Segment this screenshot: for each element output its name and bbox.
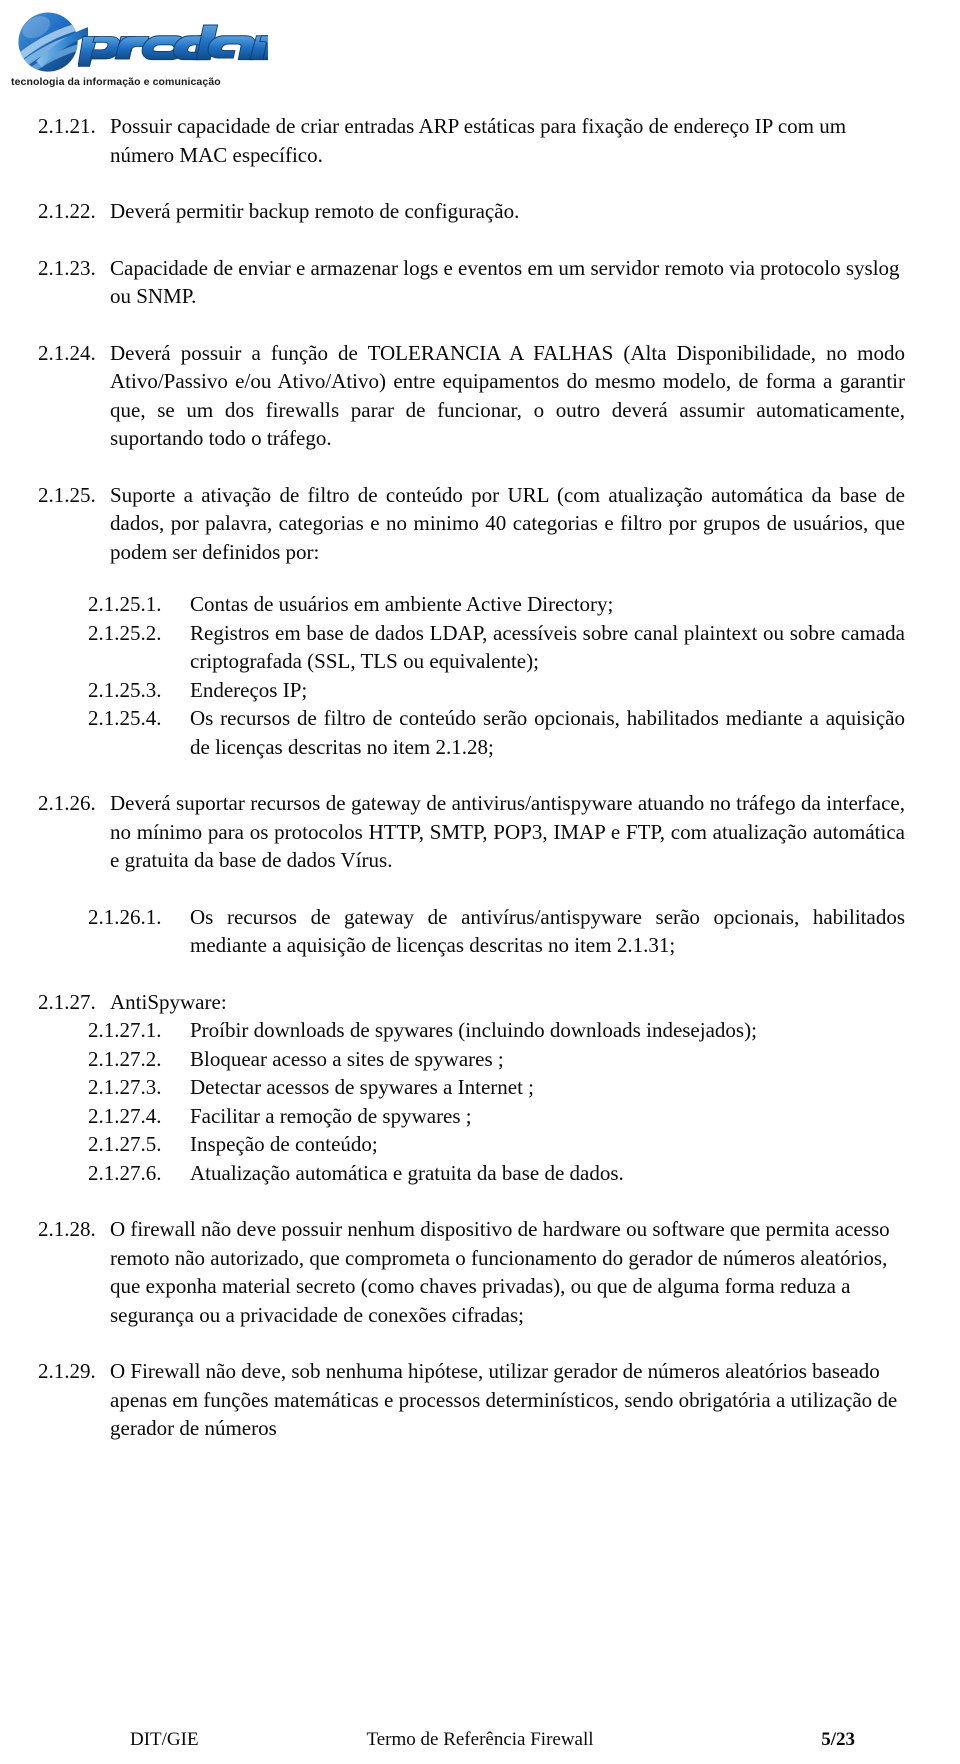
clause-2-1-27-5: 2.1.27.5. Inspeção de conteúdo; — [0, 1130, 960, 1159]
clause-number: 2.1.25.4. — [88, 706, 162, 730]
clause-text: Capacidade de enviar e armazenar logs e … — [110, 255, 900, 309]
clause-2-1-27-4: 2.1.27.4. Facilitar a remoção de spyware… — [0, 1102, 960, 1131]
clause-2-1-25-1: 2.1.25.1. Contas de usuários em ambiente… — [0, 590, 960, 619]
clause-number: 2.1.22. — [38, 199, 96, 223]
clause-2-1-25-4: 2.1.25.4. Os recursos de filtro de conte… — [0, 704, 960, 761]
clause-number: 2.1.21. — [38, 114, 96, 138]
clause-2-1-23: 2.1.23. Capacidade de enviar e armazenar… — [0, 254, 960, 311]
clause-2-1-27: 2.1.27. AntiSpyware: — [0, 988, 960, 1017]
clause-text: Registros em base de dados LDAP, acessív… — [190, 620, 905, 674]
clause-2-1-27-3: 2.1.27.3. Detectar acessos de spywares a… — [0, 1073, 960, 1102]
clause-text: Facilitar a remoção de spywares ; — [190, 1103, 472, 1128]
clause-text: AntiSpyware: — [110, 989, 227, 1014]
clause-2-1-27-2: 2.1.27.2. Bloquear acesso a sites de spy… — [0, 1045, 960, 1074]
clause-text: Proíbir downloads de spywares (incluindo… — [190, 1018, 757, 1042]
clause-number: 2.1.24. — [38, 340, 96, 365]
prodam-logo: tecnologia da informação e comunicação — [8, 6, 273, 102]
clause-2-1-26-1: 2.1.26.1. Os recursos de gateway de anti… — [0, 903, 960, 960]
footer-title: Termo de Referência Firewall — [366, 1729, 594, 1750]
clause-number: 2.1.26. — [38, 791, 96, 815]
clause-text: Bloquear acesso a sites de spywares ; — [190, 1046, 504, 1071]
clause-text: Possuir capacidade de criar entradas ARP… — [110, 114, 847, 167]
clause-number: 2.1.29. — [38, 1359, 96, 1383]
clause-number: 2.1.25.2. — [88, 620, 162, 645]
page-header: tecnologia da informação e comunicação — [8, 6, 308, 106]
clause-2-1-21: 2.1.21. Possuir capacidade de criar entr… — [0, 112, 960, 169]
clause-number: 2.1.27.5. — [88, 1132, 162, 1156]
footer-page-number: 5/23 — [821, 1729, 855, 1750]
clause-2-1-22: 2.1.22. Deverá permitir backup remoto de… — [0, 197, 960, 226]
clause-number: 2.1.28. — [38, 1217, 96, 1241]
clause-2-1-29: 2.1.29. O Firewall não deve, sob nenhuma… — [0, 1357, 960, 1443]
clause-text: Deverá possuir a função de TOLERANCIA A … — [110, 340, 905, 451]
clause-number: 2.1.27.2. — [88, 1046, 162, 1071]
clause-number: 2.1.25.1. — [88, 592, 162, 616]
prodam-globe-icon — [18, 12, 88, 72]
clause-2-1-25-3: 2.1.25.3. Endereços IP; — [0, 676, 960, 705]
clause-2-1-27-1: 2.1.27.1. Proíbir downloads de spywares … — [0, 1016, 960, 1045]
document-page: tecnologia da informação e comunicação 2… — [0, 0, 960, 1764]
clause-text: Deverá permitir backup remoto de configu… — [110, 199, 520, 223]
clause-number: 2.1.27. — [38, 989, 96, 1014]
logo-tagline: tecnologia da informação e comunicação — [11, 76, 221, 88]
clause-text: Os recursos de gateway de antivírus/anti… — [190, 904, 905, 958]
clause-number: 2.1.23. — [38, 255, 96, 280]
clause-text: Detectar acessos de spywares a Internet … — [190, 1075, 535, 1099]
clause-text: Contas de usuários em ambiente Active Di… — [190, 592, 614, 616]
clause-text: Endereços IP; — [190, 677, 308, 702]
document-body: 2.1.21. Possuir capacidade de criar entr… — [0, 112, 960, 1443]
clause-number: 2.1.27.3. — [88, 1075, 162, 1099]
clause-text: O firewall não deve possuir nenhum dispo… — [110, 1217, 890, 1327]
clause-2-1-28: 2.1.28. O firewall não deve possuir nenh… — [0, 1215, 960, 1329]
clause-number: 2.1.27.6. — [88, 1160, 162, 1185]
clause-2-1-24: 2.1.24. Deverá possuir a função de TOLER… — [0, 339, 960, 453]
clause-number: 2.1.27.4. — [88, 1103, 162, 1128]
clause-text: Inspeção de conteúdo; — [190, 1132, 378, 1156]
prodam-wordmark — [78, 24, 268, 67]
page-footer: DIT/GIE Termo de Referência Firewall 5/2… — [0, 1726, 960, 1754]
clause-number: 2.1.27.1. — [88, 1018, 162, 1042]
clause-text: Suporte a ativação de filtro de conteúdo… — [110, 482, 905, 564]
clause-text: Deverá suportar recursos de gateway de a… — [110, 791, 905, 872]
clause-text: O Firewall não deve, sob nenhuma hipótes… — [110, 1359, 898, 1440]
clause-2-1-26: 2.1.26. Deverá suportar recursos de gate… — [0, 789, 960, 875]
clause-2-1-25-2: 2.1.25.2. Registros em base de dados LDA… — [0, 619, 960, 676]
clause-text: Atualização automática e gratuita da bas… — [190, 1160, 624, 1185]
clause-2-1-27-6: 2.1.27.6. Atualização automática e gratu… — [0, 1159, 960, 1188]
clause-2-1-25: 2.1.25. Suporte a ativação de filtro de … — [0, 481, 960, 567]
clause-text: Os recursos de filtro de conteúdo serão … — [190, 706, 905, 759]
clause-number: 2.1.26.1. — [88, 904, 162, 929]
clause-number: 2.1.25.3. — [88, 677, 162, 702]
clause-number: 2.1.25. — [38, 482, 96, 507]
